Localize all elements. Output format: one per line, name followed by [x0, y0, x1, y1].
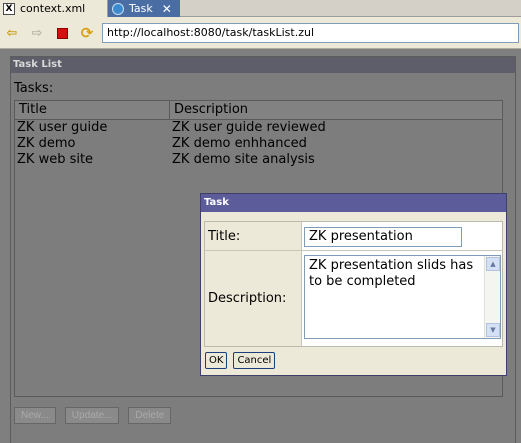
column-header-description[interactable]: Description [170, 101, 502, 119]
list-item[interactable]: ZK web site ZK demo site analysis [15, 152, 502, 168]
update-button[interactable]: Update... [64, 407, 120, 424]
scroll-up-icon[interactable]: ▲ [486, 257, 500, 271]
browser-toolbar: ⇦ ⇨ ⟳ http://localhost:8080/task/taskLis… [0, 17, 521, 49]
globe-icon [112, 2, 124, 15]
cell-title: ZK user guide [17, 120, 108, 135]
column-header-title[interactable]: Title [15, 101, 170, 119]
xml-file-icon: X [3, 2, 15, 15]
window-title: Task List [11, 57, 515, 73]
title-label: Title: [205, 222, 302, 250]
forward-arrow-icon[interactable]: ⇨ [29, 25, 45, 41]
back-arrow-icon[interactable]: ⇦ [4, 25, 20, 41]
cell-description: ZK demo enhhanced [172, 136, 307, 151]
description-row: Description: ZK presentation slids has t… [205, 251, 502, 346]
task-dialog: Task Title: ZK presentation Description:… [200, 193, 507, 376]
listbox-header: Title Description [15, 101, 502, 120]
task-form-grid: Title: ZK presentation Description: ZK p… [204, 221, 503, 347]
scroll-down-icon[interactable]: ▼ [486, 323, 500, 337]
delete-button[interactable]: Delete [128, 407, 172, 424]
list-item[interactable]: ZK user guide ZK user guide reviewed [15, 120, 502, 136]
refresh-icon[interactable]: ⟳ [79, 24, 95, 42]
new-button[interactable]: New... [14, 407, 56, 424]
cell-description: ZK demo site analysis [172, 152, 315, 167]
description-label: Description: [205, 251, 302, 346]
tab-task[interactable]: Task ✕ [108, 0, 180, 17]
tab-context-xml[interactable]: X context.xml [0, 0, 108, 17]
cell-title: ZK web site [17, 152, 94, 167]
editor-tab-bar: X context.xml Task ✕ [0, 0, 521, 17]
tasks-label: Tasks: [14, 81, 54, 96]
description-textarea[interactable]: ZK presentation slids has to be complete… [304, 255, 501, 339]
cell-title: ZK demo [17, 136, 76, 151]
tab-label: context.xml [20, 2, 86, 15]
description-text: ZK presentation slids has to be complete… [309, 258, 474, 289]
title-row: Title: ZK presentation [205, 222, 502, 251]
close-tab-icon[interactable]: ✕ [162, 2, 172, 16]
cancel-button[interactable]: Cancel [233, 352, 276, 369]
dialog-buttons: OK Cancel [205, 352, 276, 369]
address-bar[interactable]: http://localhost:8080/task/taskList.zul [102, 23, 519, 43]
title-input[interactable]: ZK presentation [304, 227, 462, 247]
cell-description: ZK user guide reviewed [172, 120, 326, 135]
list-action-buttons: New... Update... Delete [14, 407, 172, 424]
tab-label: Task [129, 2, 153, 15]
stop-icon[interactable] [54, 25, 70, 41]
dialog-title: Task [201, 194, 506, 212]
list-item[interactable]: ZK demo ZK demo enhhanced [15, 136, 502, 152]
vertical-scrollbar[interactable]: ▲ ▼ [484, 256, 500, 338]
ok-button[interactable]: OK [205, 352, 228, 369]
